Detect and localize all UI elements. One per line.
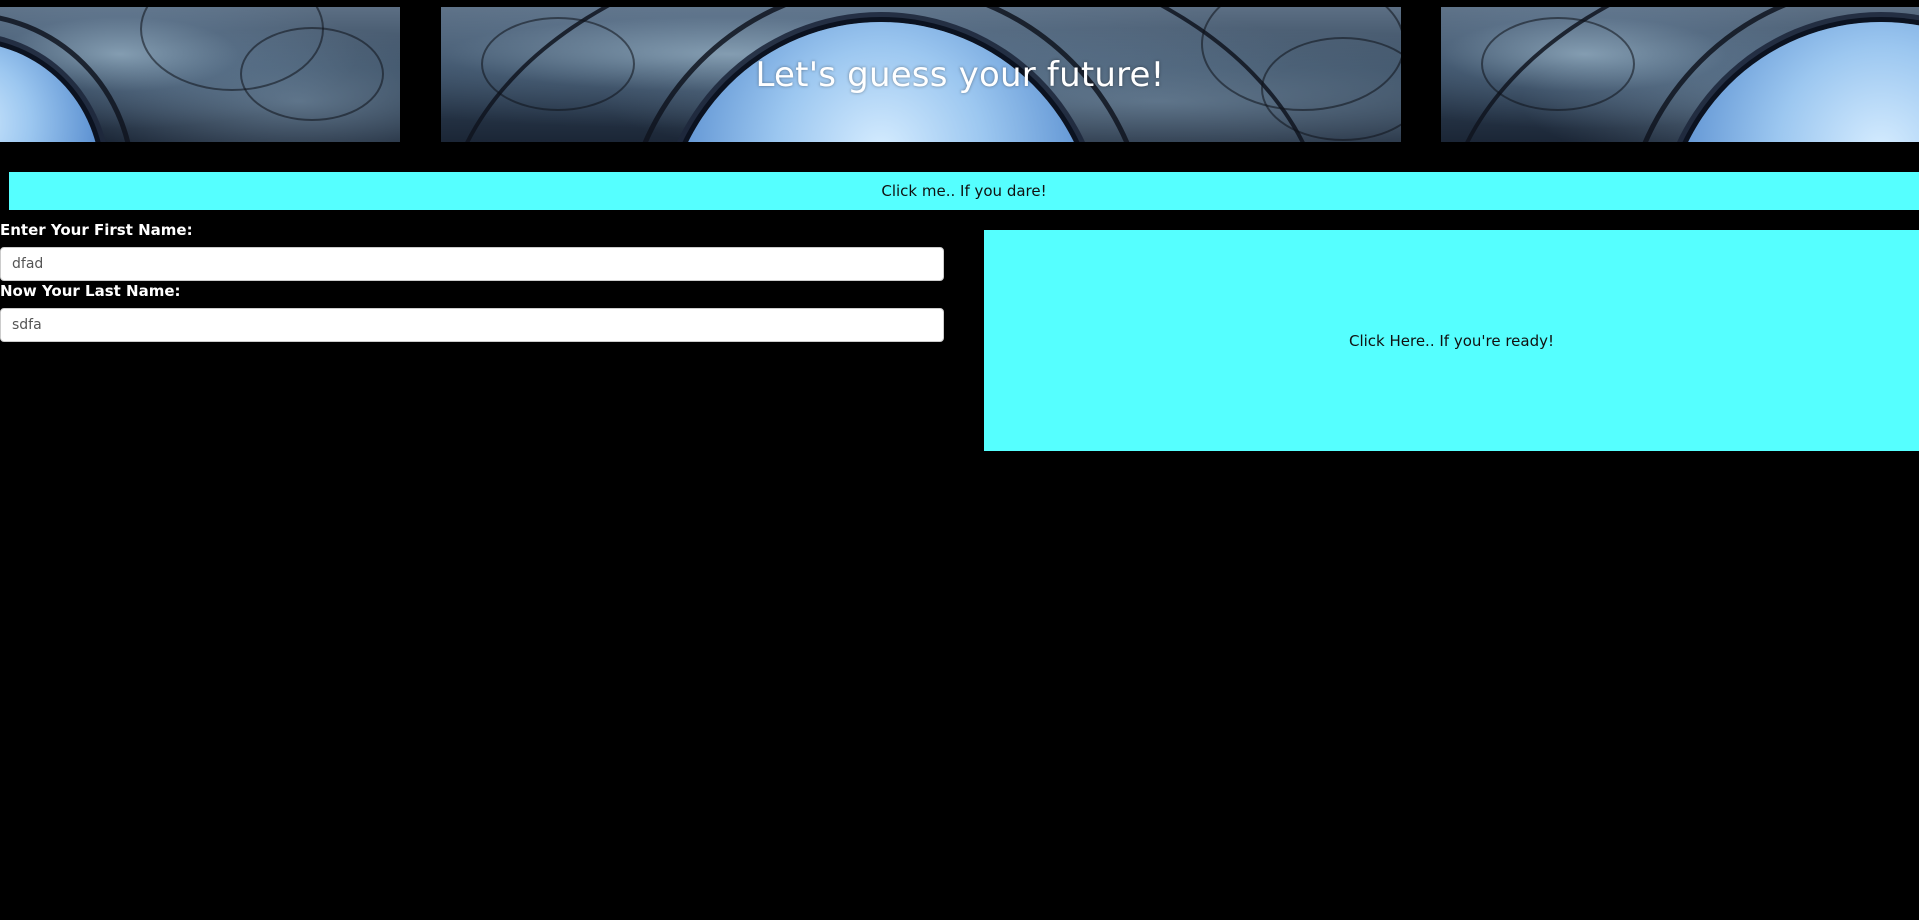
- last-name-label: Now Your Last Name:: [0, 282, 181, 300]
- last-name-input[interactable]: [0, 308, 944, 342]
- page-title: Let's guess your future!: [755, 54, 1165, 95]
- page: Let's guess your future! Click me.. If y…: [0, 0, 1919, 920]
- dare-button[interactable]: Click me.. If you dare!: [9, 172, 1919, 210]
- first-name-label: Enter Your First Name:: [0, 221, 193, 239]
- header-banner: Let's guess your future!: [0, 7, 1919, 142]
- first-name-input[interactable]: [0, 247, 944, 281]
- banner-image-tile-right: [1441, 7, 1919, 142]
- banner-image-tile-left: [0, 7, 400, 142]
- ready-button[interactable]: Click Here.. If you're ready!: [984, 230, 1919, 451]
